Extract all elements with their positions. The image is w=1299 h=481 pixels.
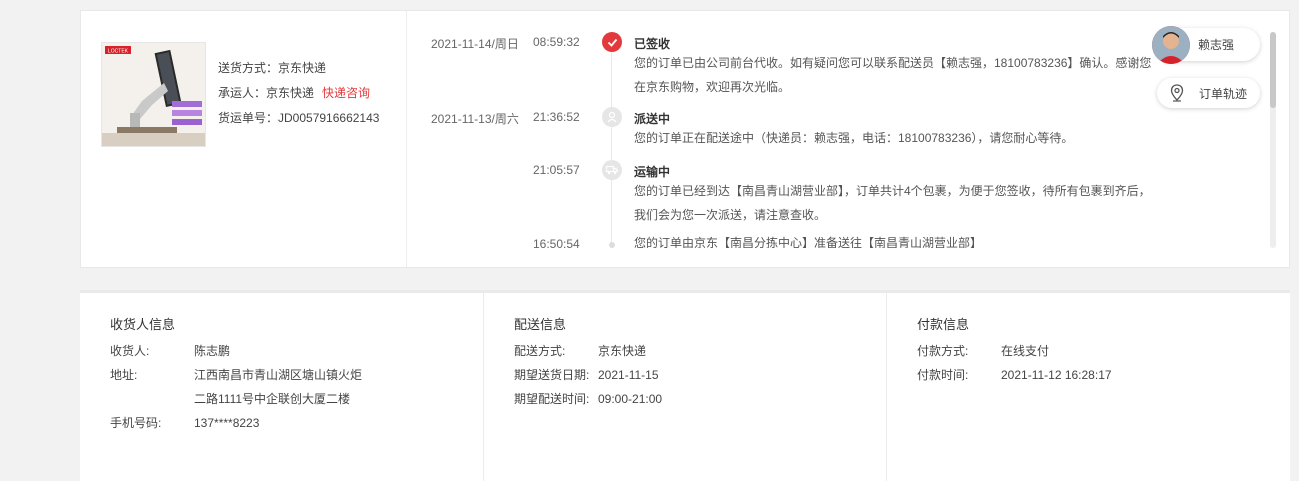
timeline-scrollbar[interactable] xyxy=(1270,32,1276,248)
order-track-label: 订单轨迹 xyxy=(1199,86,1248,101)
payment-info-title: 付款信息 xyxy=(917,317,970,332)
payment-time-row: 付款时间: 2021-11-12 16:28:17 xyxy=(917,363,1181,387)
receiver-phone-row: 手机号码: 137****8223 xyxy=(110,411,374,435)
payment-time-label: 付款时间: xyxy=(917,368,969,382)
delivery-method-label: 配送方式: xyxy=(514,344,566,358)
shipment-method-value: 京东快递 xyxy=(278,61,327,75)
timeline-connector xyxy=(611,53,612,248)
delivery-date-row: 期望送货日期: 2021-11-15 xyxy=(514,363,778,387)
receiver-name: 陈志鹏 xyxy=(194,344,231,358)
shipment-summary: LOCTEK 送货方式：京东快递 承运人：京东快递 快递咨询 货运单号：JD005… xyxy=(81,11,407,267)
delivery-method: 京东快递 xyxy=(598,344,647,358)
courier-avatar-icon xyxy=(1152,25,1190,64)
scrollbar-thumb[interactable] xyxy=(1270,32,1276,108)
timeline-time: 21:36:52 xyxy=(533,110,580,124)
timeline-status: 派送中 xyxy=(634,112,671,126)
receiver-address: 江西南昌市青山湖区塘山镇火炬 二路1111号中企联创大厦二楼 xyxy=(194,363,374,411)
truck-icon xyxy=(602,160,622,180)
payment-info-section: 付款信息 付款方式: 在线支付 付款时间: 2021-11-12 16:28:1… xyxy=(886,293,1289,481)
delivery-method-row: 配送方式: 京东快递 xyxy=(514,339,778,363)
tracking-row: 货运单号：JD0057916662143 xyxy=(218,106,379,131)
timeline-time: 08:59:32 xyxy=(533,35,580,49)
check-icon xyxy=(602,32,622,52)
tracking-number: JD0057916662143 xyxy=(278,111,380,125)
receiver-address-label: 地址: xyxy=(110,368,138,382)
timeline-status: 已签收 xyxy=(634,37,671,51)
receiver-address-line1: 江西南昌市青山湖区塘山镇火炬 xyxy=(194,368,363,382)
receiver-info-title: 收货人信息 xyxy=(110,317,176,332)
receiver-info-section: 收货人信息 收货人: 陈志鹏 地址: 江西南昌市青山湖区塘山镇火炬 二路1111… xyxy=(80,293,483,481)
payment-method-label: 付款方式: xyxy=(917,344,969,358)
courier-name: 赖志强 xyxy=(1198,38,1235,52)
timeline-status: 运输中 xyxy=(634,165,671,179)
delivery-info-title: 配送信息 xyxy=(514,317,567,332)
timeline-description: 您的订单已经到达【南昌青山湖营业部】，订单共计4个包裹，为便于您签收，待所有包裹… xyxy=(634,184,1151,222)
payment-time: 2021-11-12 16:28:17 xyxy=(1001,368,1112,382)
timeline-time: 16:50:54 xyxy=(533,237,580,248)
delivery-time: 09:00-21:00 xyxy=(598,392,663,406)
timeline-time: 21:05:57 xyxy=(533,163,580,177)
order-info-panel: 收货人信息 收货人: 陈志鹏 地址: 江西南昌市青山湖区塘山镇火炬 二路1111… xyxy=(80,290,1290,481)
carrier-value: 京东快递 xyxy=(266,86,315,100)
receiver-name-row: 收货人: 陈志鹏 xyxy=(110,339,374,363)
courier-inquiry-link[interactable]: 快递咨询 xyxy=(322,86,370,100)
receiver-address-row: 地址: 江西南昌市青山湖区塘山镇火炬 二路1111号中企联创大厦二楼 xyxy=(110,363,374,411)
delivery-time-label: 期望配送时间: xyxy=(514,392,590,406)
shipment-panel: LOCTEK 送货方式：京东快递 承运人：京东快递 快递咨询 货运单号：JD005… xyxy=(80,10,1290,268)
shipment-info: 送货方式：京东快递 承运人：京东快递 快递咨询 货运单号：JD0057916662… xyxy=(218,56,379,131)
shipment-method-label: 送货方式： xyxy=(218,61,279,75)
location-pin-icon xyxy=(1169,84,1185,102)
order-track-button[interactable]: 订单轨迹 xyxy=(1157,78,1260,108)
receiver-name-label: 收货人: xyxy=(110,344,150,358)
receiver-phone: 137****8223 xyxy=(194,416,260,430)
payment-method: 在线支付 xyxy=(1001,344,1050,358)
delivery-info-section: 配送信息 配送方式: 京东快递 期望送货日期: 2021-11-15 期望配送时… xyxy=(483,293,886,481)
timeline-description: 您的订单正在配送途中（快递员：赖志强，电话：18100783236），请您耐心等… xyxy=(634,131,1074,145)
receiver-phone-label: 手机号码: xyxy=(110,416,162,430)
payment-method-row: 付款方式: 在线支付 xyxy=(917,339,1181,363)
carrier-label: 承运人： xyxy=(218,86,267,100)
courier-icon xyxy=(602,107,622,127)
product-image[interactable]: LOCTEK xyxy=(101,42,206,147)
delivery-date-label: 期望送货日期: xyxy=(514,368,590,382)
product-illustration: LOCTEK xyxy=(102,43,205,146)
timeline-date: 2021-11-14/周日 xyxy=(431,37,519,51)
timeline-date: 2021-11-13/周六 xyxy=(431,112,519,126)
tracking-label: 货运单号： xyxy=(218,111,279,125)
brand-logo: LOCTEK xyxy=(108,49,129,55)
receiver-address-line2: 二路1111号中企联创大厦二楼 xyxy=(194,392,351,406)
timeline-description: 您的订单已由公司前台代收。如有疑问您可以联系配送员【赖志强，1810078323… xyxy=(634,56,1152,94)
delivery-time-row: 期望配送时间: 09:00-21:00 xyxy=(514,387,778,411)
delivery-date: 2021-11-15 xyxy=(598,368,659,382)
timeline-description: 您的订单由京东【南昌分拣中心】准备送往【南昌青山湖营业部】 xyxy=(634,236,983,248)
carrier-row: 承运人：京东快递 快递咨询 xyxy=(218,81,379,106)
avatar xyxy=(1152,25,1190,64)
timeline-dot-icon xyxy=(609,242,615,248)
shipment-method-row: 送货方式：京东快递 xyxy=(218,56,379,81)
courier-contact-button[interactable]: 赖志强 xyxy=(1152,25,1260,64)
